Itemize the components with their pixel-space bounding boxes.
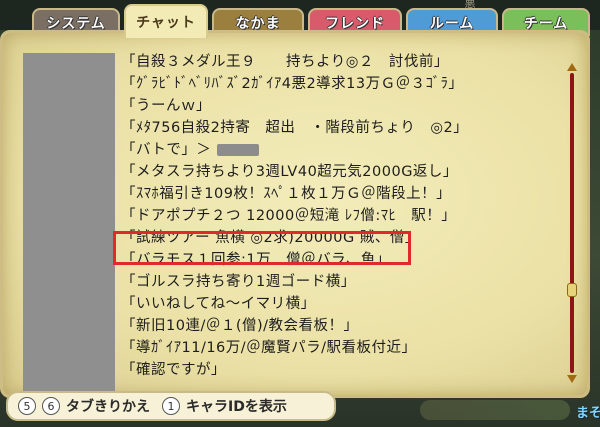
scroll-track[interactable]	[570, 73, 574, 373]
button-5-icon[interactable]: 5	[18, 397, 36, 415]
chat-message[interactable]: 「ﾒﾀ756自殺2持寄 超出 ・階段前ちょり ◎2」	[121, 117, 561, 139]
scroll-up-arrow-icon[interactable]	[567, 63, 577, 71]
chat-message[interactable]: 「メタスラ持ちより3週LV40超元気2000G返し」	[121, 161, 561, 183]
red-highlight-box	[113, 231, 411, 265]
chat-message[interactable]: 「うーんｗ」	[121, 95, 561, 117]
redacted-avatar-column	[23, 53, 115, 393]
scroll-down-arrow-icon[interactable]	[567, 375, 577, 383]
chat-message[interactable]: 「導ｶﾞｲｱ11/16万/＠魔賢パラ/駅看板付近」	[121, 337, 561, 359]
scrollbar[interactable]	[567, 63, 577, 383]
chat-message[interactable]: 「ゴルスラ持ち寄り1週ゴード横」	[121, 271, 561, 293]
chat-message[interactable]: 「ｸﾞﾗﾋﾞﾄﾞﾍﾞﾘﾊﾞｽﾞ2ｶﾞｲｱ4悪2導求13万Ｇ＠３ｺﾞﾗ」	[121, 73, 561, 95]
button-hint-bar: 5 6 タブきりかえ 1 キャラIDを表示	[6, 391, 336, 421]
chat-message-text: 「バトで」＞	[121, 142, 212, 158]
background-scenery	[420, 400, 570, 420]
chat-message-list: 「自殺３メダル王９ 持ちより◎２ 討伐前」 「ｸﾞﾗﾋﾞﾄﾞﾍﾞﾘﾊﾞｽﾞ2ｶﾞ…	[121, 51, 561, 381]
chat-message[interactable]: 「バトで」＞	[121, 139, 561, 161]
corner-text: まそ	[576, 406, 600, 421]
show-character-id-label: キャラIDを表示	[186, 399, 287, 415]
chat-message[interactable]: 「自殺３メダル王９ 持ちより◎２ 討伐前」	[121, 51, 561, 73]
chat-message[interactable]: 「ｽﾏﾎ福引き109枚！ｽﾍﾟ１枚１万Ｇ＠階段上！」	[121, 183, 561, 205]
chat-message[interactable]: 「新旧10連/＠１(僧)/教会看板！」	[121, 315, 561, 337]
tab-chat[interactable]: チャット	[124, 4, 208, 38]
scroll-thumb[interactable]	[567, 283, 577, 297]
chat-panel: 「自殺３メダル王９ 持ちより◎２ 討伐前」 「ｸﾞﾗﾋﾞﾄﾞﾍﾞﾘﾊﾞｽﾞ2ｶﾞ…	[0, 30, 590, 398]
button-1-icon[interactable]: 1	[162, 397, 180, 415]
button-6-icon[interactable]: 6	[42, 397, 60, 415]
tab-switch-label: タブきりかえ	[66, 399, 150, 415]
chat-message[interactable]: 「確認ですが」	[121, 359, 561, 381]
chat-message[interactable]: 「ドアポプチ２つ 12000＠短滝 ﾚﾌ僧:ﾏﾋ 駅！」	[121, 205, 561, 227]
redacted-text	[217, 144, 260, 156]
chat-message[interactable]: 「いいねしてね～イマリ横」	[121, 293, 561, 315]
